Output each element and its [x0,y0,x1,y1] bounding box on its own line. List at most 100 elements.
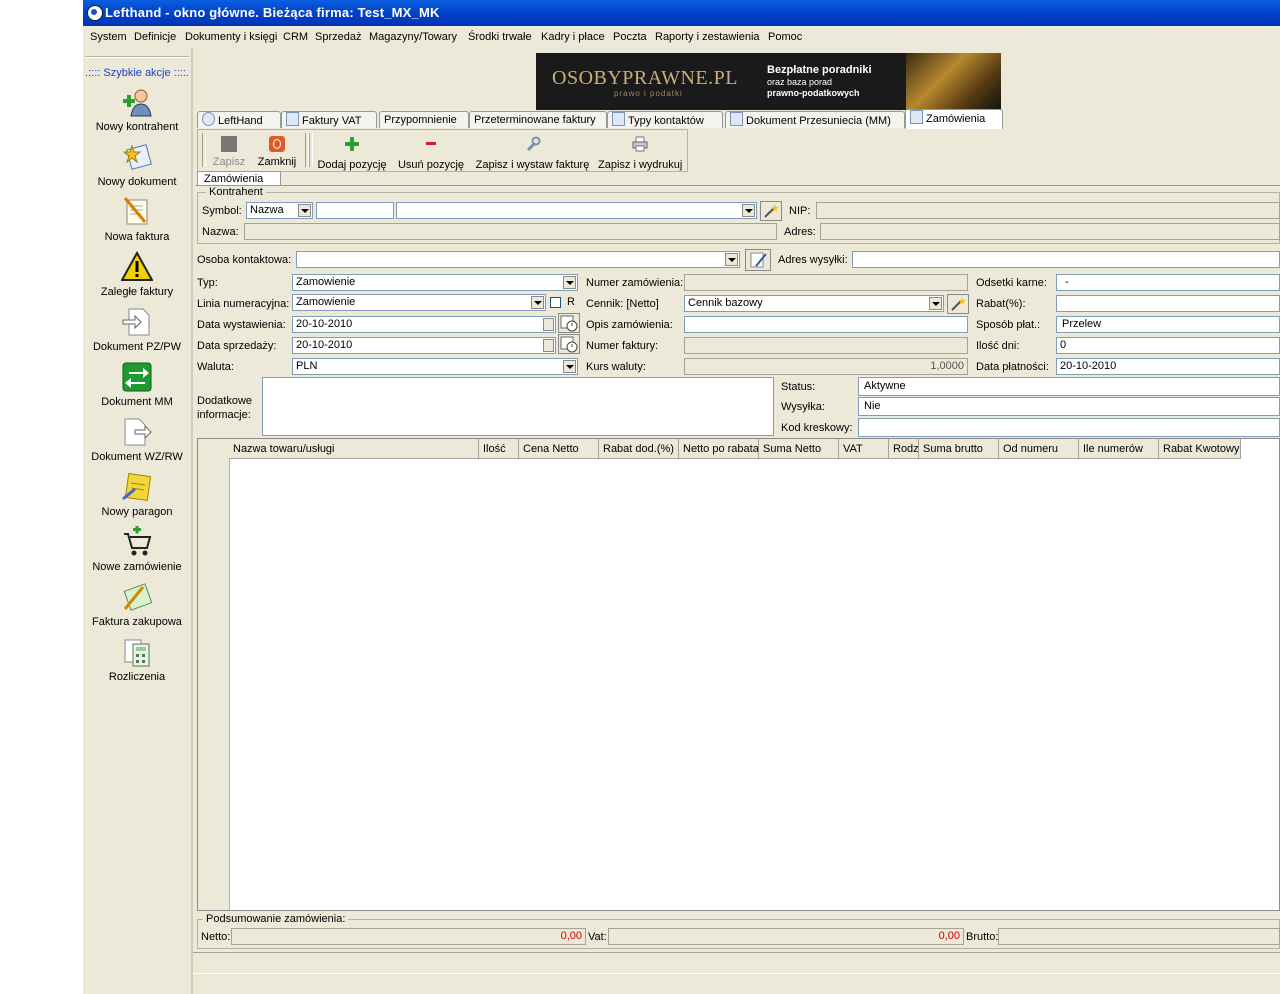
type-label: Typ: [197,277,218,289]
additional-info-textarea[interactable] [262,377,774,436]
order-description-field[interactable] [684,316,968,333]
save-invoice-button[interactable]: Zapisz i wystaw fakturę [475,134,590,171]
column-header[interactable]: Od numeru [999,439,1079,459]
pricelist-select[interactable]: Cennik bazowy [684,295,944,312]
pricelist-lookup-button[interactable] [947,294,969,314]
chevron-down-icon[interactable] [563,360,576,373]
menu-dokumenty[interactable]: Dokumenty i księgi [185,31,277,43]
menu-sprzedaz[interactable]: Sprzedaż [315,31,361,43]
quick-new-order[interactable]: Nowe zamówienie [83,526,191,578]
column-header[interactable]: Nazwa towaru/usługi [229,439,479,459]
address-field[interactable] [820,223,1280,240]
invoice-number-field[interactable] [684,337,968,354]
column-header[interactable]: Cena Netto [519,439,599,459]
document-icon [730,112,743,126]
chevron-down-icon[interactable] [929,297,942,310]
order-items-grid[interactable]: Nazwa towaru/usługi Ilość Cena Netto Rab… [197,438,1280,911]
payment-date-field[interactable]: 20-10-2010 [1056,358,1280,375]
contact-person-select[interactable] [296,251,740,268]
save-print-button[interactable]: Zapisz i wydrukuj [598,134,682,171]
column-header[interactable]: VAT [839,439,889,459]
column-header[interactable]: Rabat Kwotowy [1159,439,1241,459]
menu-poczta[interactable]: Poczta [613,31,647,43]
menu-kadry[interactable]: Kadry i płace [541,31,605,43]
quick-pz-pw-document[interactable]: Dokument PZ/PW [83,306,191,358]
spin-icon[interactable] [543,339,554,352]
type-select[interactable]: Zamowienie [292,274,578,291]
quick-wz-rw-document[interactable]: Dokument WZ/RW [83,416,191,468]
column-header[interactable]: Rabat dod.(%) [599,439,679,459]
ad-banner[interactable]: OSOBYPRAWNE.PL prawo i podatki Bezpłatne… [536,53,1001,110]
quick-new-receipt[interactable]: Nowy paragon [83,471,191,523]
tab-typy-kontaktow[interactable]: Typy kontaktów [607,111,723,128]
days-count-field[interactable]: 0 [1056,337,1280,354]
quick-label: Nowy kontrahent [95,121,179,133]
chevron-down-icon[interactable] [563,276,576,289]
chevron-down-icon[interactable] [742,204,755,217]
numbering-select[interactable]: Zamowienie [292,294,546,311]
quick-new-invoice[interactable]: Nowa faktura [83,196,191,248]
order-number-field[interactable] [684,274,968,291]
menu-system[interactable]: System [90,31,127,43]
sale-date-picker-button[interactable] [558,334,580,354]
chevron-down-icon[interactable] [531,296,544,309]
penalty-interest-field[interactable]: - [1056,274,1280,291]
tab-przypomnienie[interactable]: Przypomnienie [379,111,469,128]
tab-lefthand[interactable]: LeftHand [197,111,281,128]
remove-item-button[interactable]: Usuń pozycję [397,134,465,171]
close-button[interactable]: Zamknij [256,134,298,168]
column-header[interactable]: Suma brutto [919,439,999,459]
menu-raporty[interactable]: Raporty i zestawienia [655,31,760,43]
save-button[interactable]: Zapisz [209,134,249,168]
menu-srodki-trwale[interactable]: Środki trwałe [468,31,532,43]
barcode-field[interactable] [858,418,1280,437]
spin-icon[interactable] [543,318,554,331]
quick-purchase-invoice[interactable]: Faktura zakupowa [83,581,191,633]
nip-field[interactable] [816,202,1280,219]
tab-faktury-vat[interactable]: Faktury VAT [281,111,377,128]
toolbar-separator [309,133,313,167]
column-header[interactable]: Suma Netto [759,439,839,459]
panel-border [196,185,1280,186]
menu-crm[interactable]: CRM [283,31,308,43]
issue-date-picker-button[interactable] [558,313,580,333]
payment-method-field[interactable]: Przelew [1056,316,1280,333]
netto-field: 0,00 [231,928,586,945]
status-field[interactable]: Aktywne [858,377,1280,396]
discount-field[interactable] [1056,295,1280,312]
contractor-lookup-button[interactable] [760,201,782,221]
wrench-icon [526,136,540,152]
contractor-select[interactable] [396,202,757,219]
tab-dokument-mm[interactable]: Dokument Przesuniecia (MM) [725,111,905,128]
chevron-down-icon[interactable] [298,204,311,217]
column-header[interactable]: Rodz [889,439,919,459]
sale-date-field[interactable]: 20-10-2010 [292,337,556,354]
banner-line2: oraz baza porad [767,77,833,87]
chevron-down-icon[interactable] [725,253,738,266]
menu-magazyny[interactable]: Magazyny/Towary [369,31,457,43]
tab-przeterminowane[interactable]: Przeterminowane faktury [469,111,607,128]
add-item-button[interactable]: Dodaj pozycję [317,134,387,171]
issue-date-field[interactable]: 20-10-2010 [292,316,556,333]
symbol-mode-select[interactable]: Nazwa [246,202,313,219]
tab-zamowienia[interactable]: Zamówienia [905,109,1003,129]
currency-select[interactable]: PLN [292,358,578,375]
column-header[interactable]: Ile numerów [1079,439,1159,459]
quick-mm-document[interactable]: Dokument MM [83,361,191,413]
column-header[interactable]: Ilość [479,439,519,459]
tab-orders-inner[interactable]: Zamówienia [197,171,281,186]
quick-overdue-invoices[interactable]: Zaległe faktury [83,251,191,303]
shipping-field[interactable]: Nie [858,397,1280,416]
name-field[interactable] [244,223,777,240]
symbol-input[interactable] [316,202,394,219]
shipping-address-field[interactable] [852,251,1280,268]
menu-pomoc[interactable]: Pomoc [768,31,802,43]
menu-definicje[interactable]: Definicje [134,31,176,43]
quick-new-document[interactable]: Nowy dokument [83,141,191,193]
numbering-r-checkbox[interactable] [550,297,561,308]
exchange-rate-field[interactable]: 1,0000 [684,358,968,375]
column-header[interactable]: Netto po rabata [679,439,759,459]
quick-new-contractor[interactable]: Nowy kontrahent [83,86,191,138]
quick-settlements[interactable]: Rozliczenia [83,636,191,688]
contact-edit-button[interactable] [745,249,771,271]
